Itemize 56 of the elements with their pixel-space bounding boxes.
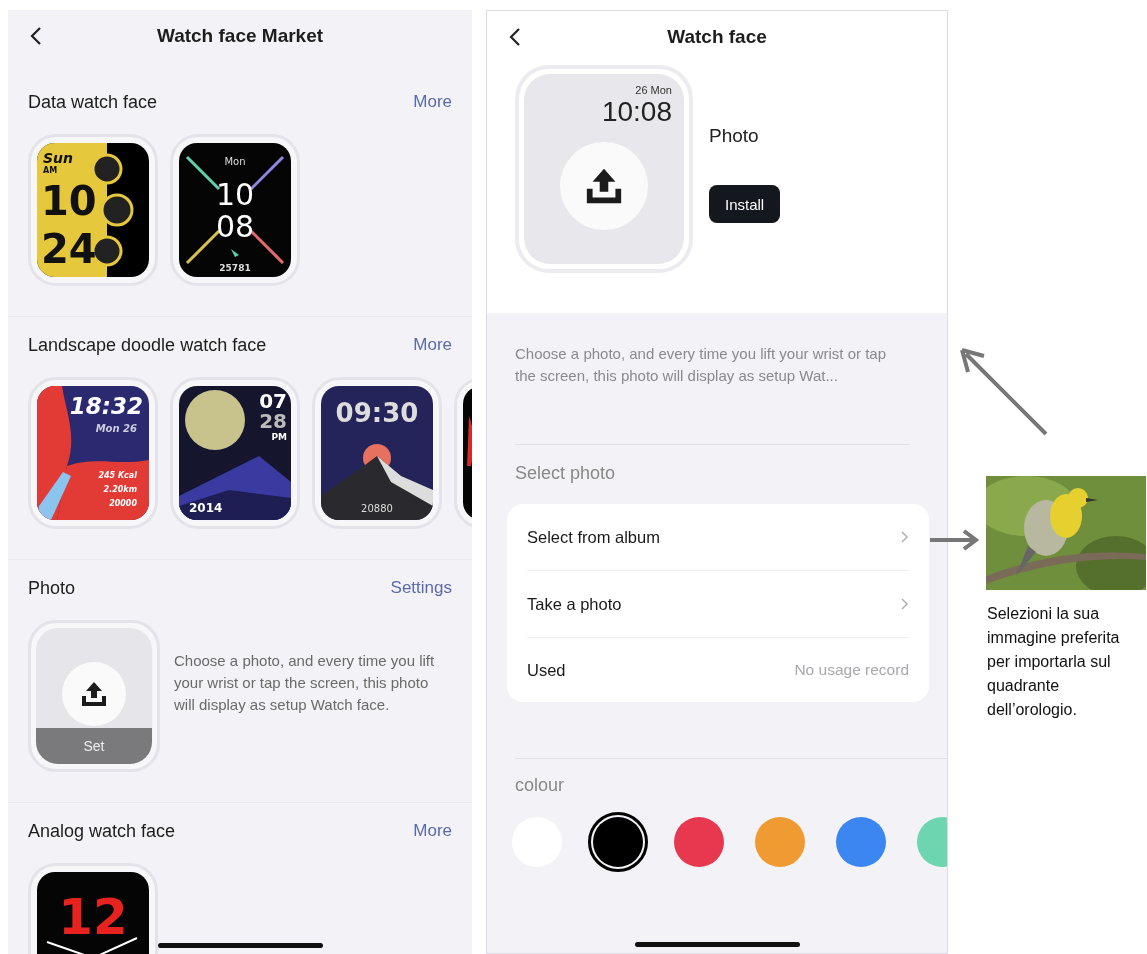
watch-face-text: 08 [215, 209, 255, 244]
install-button[interactable]: Install [709, 185, 781, 223]
section-title: colour [515, 758, 947, 796]
watch-face-text: 09:30 [335, 398, 419, 428]
photo-face-card[interactable]: Set [28, 620, 160, 772]
watch-face-text: 25781 [219, 263, 251, 273]
watch-face-text: 12 [58, 888, 128, 946]
preview-date: 26 Mon [635, 84, 672, 97]
watch-face-text: 10 [215, 177, 255, 212]
face-description: Choose a photo, and every time you lift your wrist or tap the screen, this photo will display as setup Wat... [515, 343, 910, 445]
info-row-text: Used No usage record [527, 659, 909, 681]
section-title: Landscape doodle watch face [28, 334, 267, 356]
upload-icon[interactable] [584, 166, 624, 206]
section-link[interactable]: Settings [390, 578, 452, 598]
caption-text: Selezioni la sua immagine preferita per importarla sul quadrante dell’orologio. [987, 604, 1121, 720]
watch-face-card[interactable]: 07 28 PM 2014 [170, 377, 300, 529]
watch-face-text: 20000 [109, 499, 137, 508]
section-title: Select photo [515, 463, 617, 484]
watch-face-card[interactable]: 12 [28, 863, 158, 954]
watch-face-text: 2014 [189, 501, 223, 515]
page-title: Watch face [667, 26, 767, 48]
chevron-icon [901, 598, 909, 610]
section-title: Data watch face [28, 91, 158, 113]
watch-face-text: Mon [224, 156, 246, 167]
page-title: Watch face Market [156, 25, 324, 47]
watch-face-card[interactable]: Mon 10 08 25781 [170, 134, 300, 286]
section-link[interactable]: More [413, 821, 452, 841]
photo-description: Choose a photo, and every time you lift your wrist or tap the screen, this photo will display as setup Watch face. [174, 651, 436, 715]
back-icon[interactable] [509, 27, 521, 47]
watch-face-text: 10 [41, 178, 97, 224]
watch-face-card[interactable]: 09:30 20880 [312, 377, 442, 529]
chevron-icon [901, 531, 909, 543]
set-button[interactable]: Set [36, 728, 152, 764]
preview-time: 10:08 [601, 97, 672, 127]
watch-face-text: 2.20km [103, 485, 137, 494]
watch-face-text: Sun [43, 150, 74, 166]
watch-face-text: PM [271, 432, 287, 442]
section-link[interactable]: More [413, 92, 452, 112]
watch-face-text: Mon 26 [95, 423, 137, 434]
colour-swatch[interactable] [588, 812, 648, 872]
watch-face-text: 20880 [361, 503, 393, 514]
back-icon[interactable] [30, 26, 42, 46]
section-title: Photo [28, 577, 76, 599]
watch-face-text: 24 [41, 226, 97, 272]
watch-face-text: AM [43, 166, 58, 175]
watch-face-text: 245 Kcal [98, 471, 137, 480]
option-row[interactable]: Take a photo [527, 571, 909, 638]
option-row[interactable]: Select from album [527, 504, 909, 571]
section-title: Analog watch face [28, 820, 176, 842]
pointer-arrow [930, 528, 980, 552]
watch-face-card[interactable]: 18:32 Mon 26 245 Kcal 2.20km 20000 [28, 377, 158, 529]
upload-icon [80, 680, 108, 708]
watch-face-card[interactable]: Sun AM 10 24 [28, 134, 158, 286]
face-name: Photo [709, 125, 759, 147]
watch-face-text: 18:32 [69, 393, 143, 419]
section-link[interactable]: More [413, 335, 452, 355]
